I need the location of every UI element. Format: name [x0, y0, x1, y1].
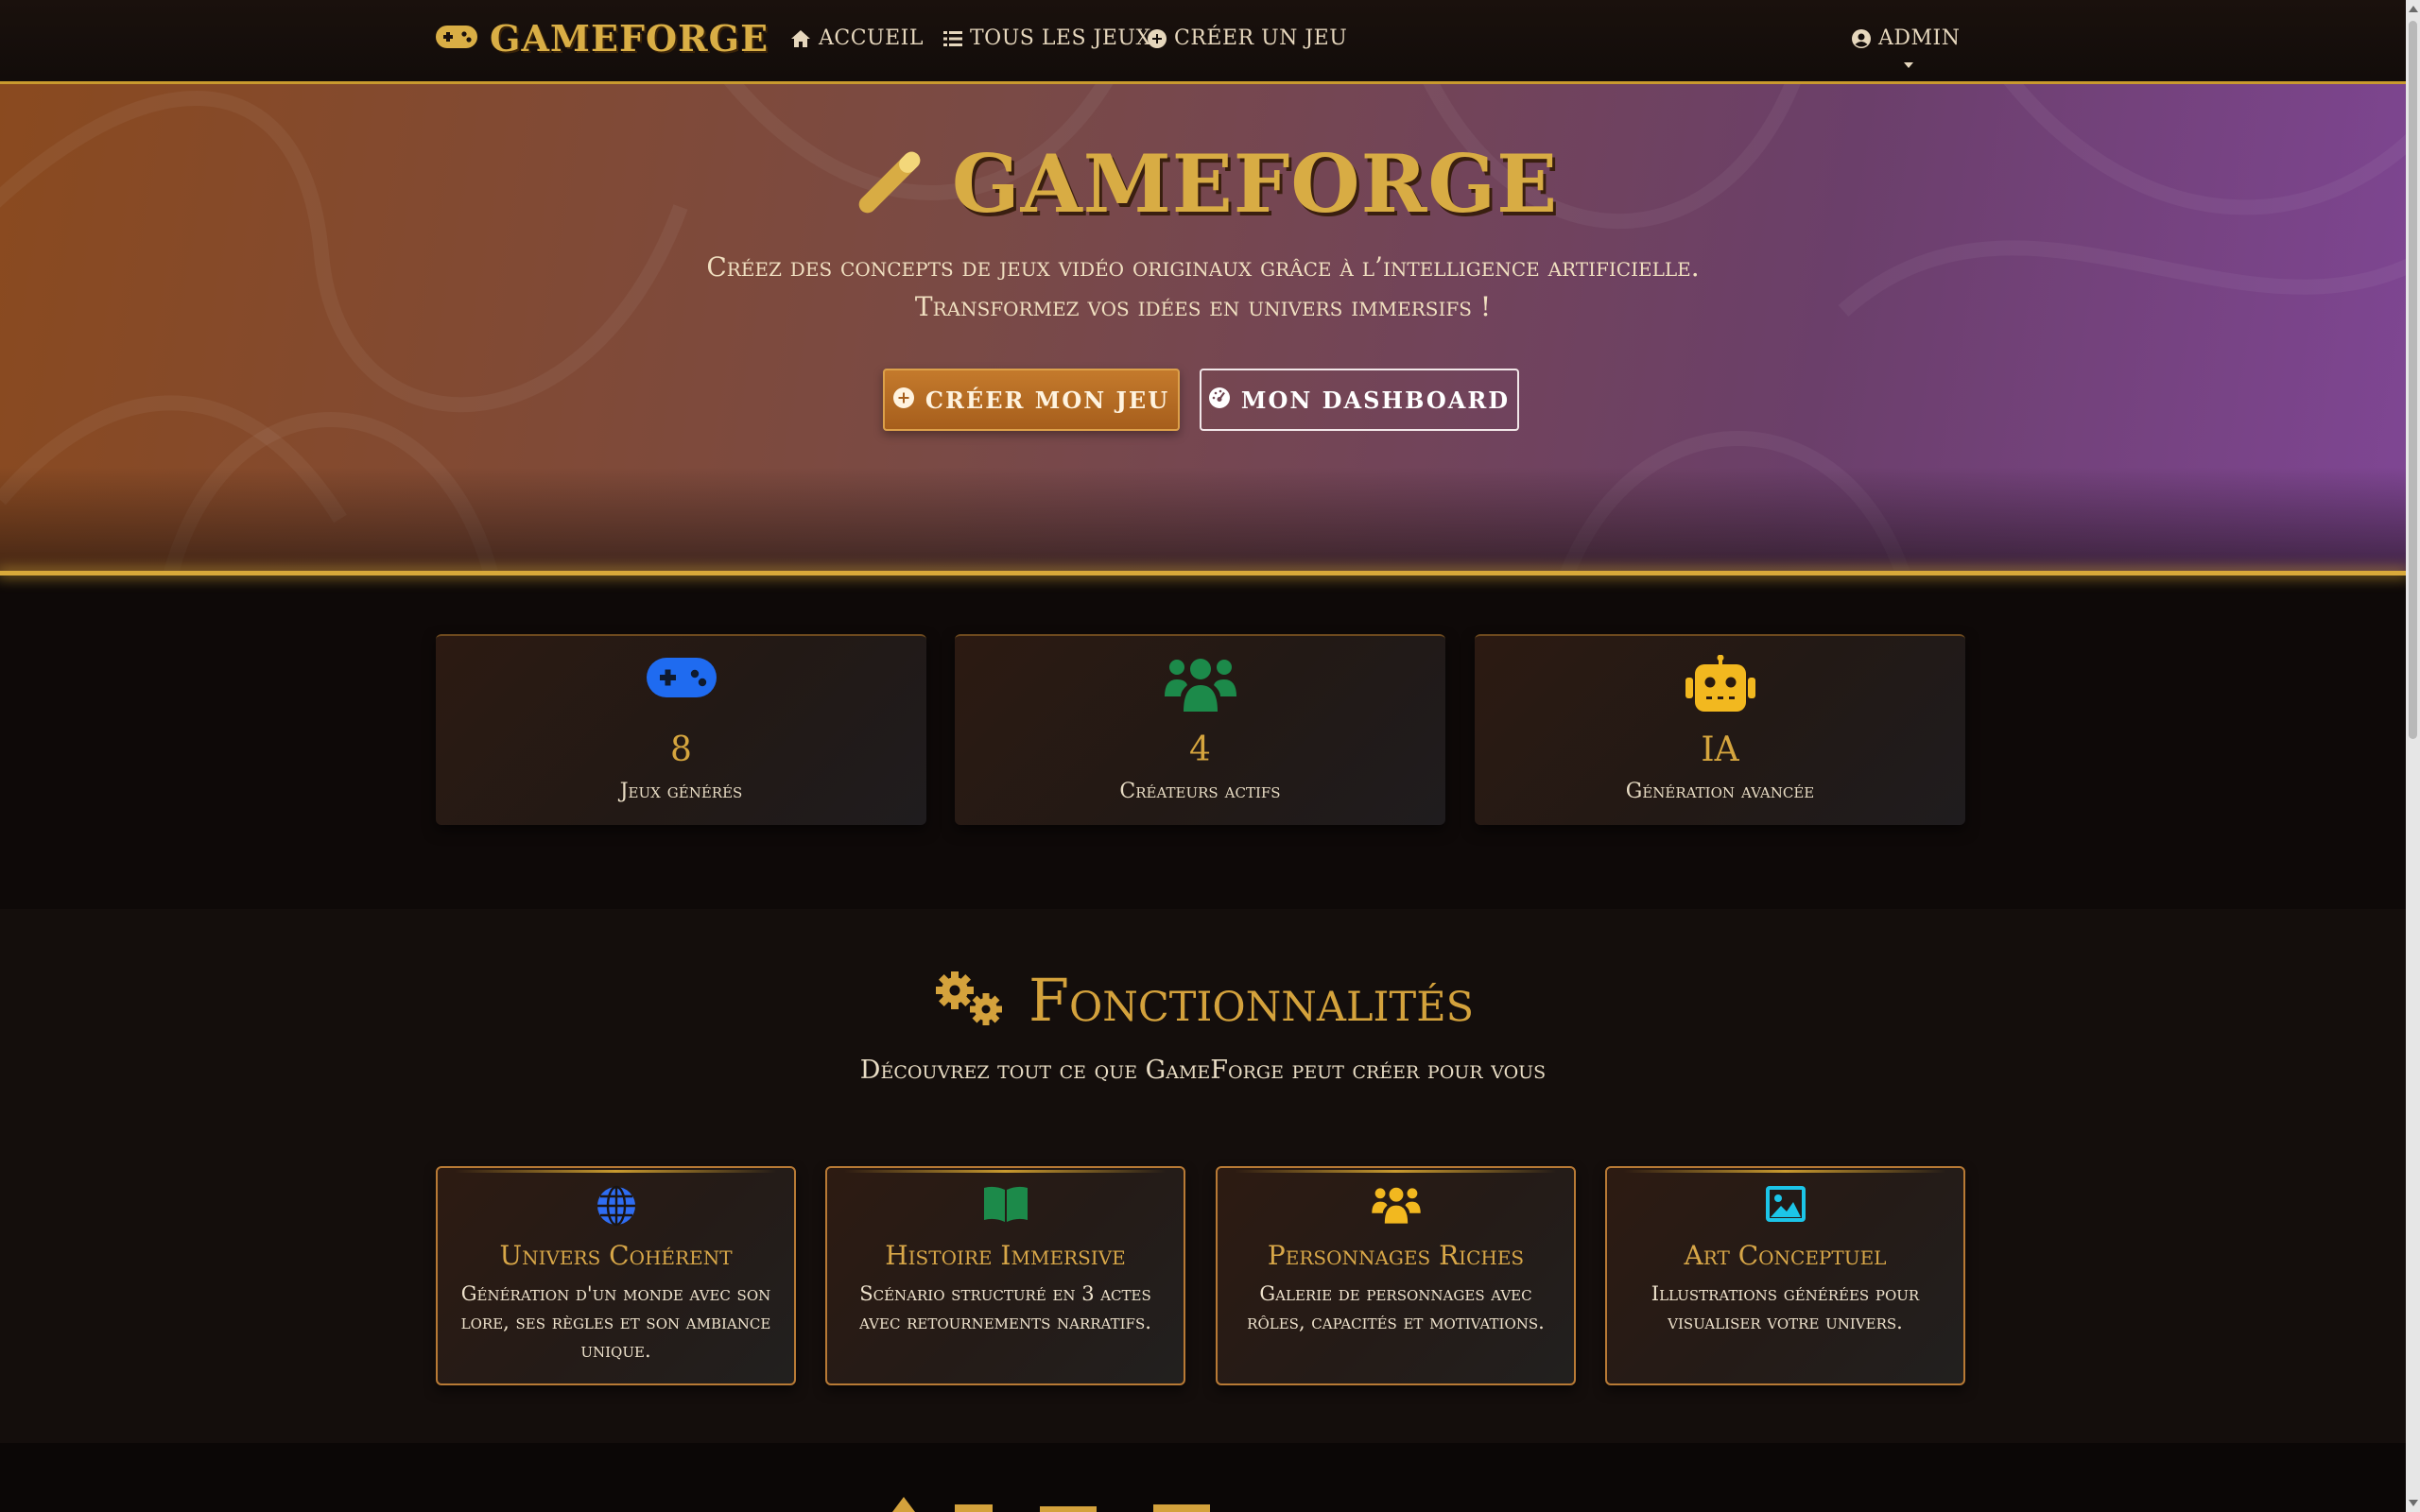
plus-circle-icon	[1148, 28, 1167, 48]
next-section-heading-peek	[892, 1497, 1210, 1512]
stat-ai-label: Génération avancée	[1625, 780, 1815, 803]
features-title-text: Fonctionnalités	[1028, 966, 1475, 1035]
feature-story-title: Histoire Immersive	[885, 1240, 1126, 1271]
nav-home[interactable]: ACCUEIL	[790, 26, 924, 50]
feature-card-art[interactable]: Art Conceptuel Illustrations générées po…	[1605, 1166, 1965, 1385]
gamepad-icon	[435, 23, 478, 55]
hero-section: GAMEFORGE Créez des concepts de jeux vid…	[0, 84, 2406, 571]
feature-characters-title: Personnages Riches	[1267, 1240, 1525, 1271]
feature-universe-description: Génération d'un monde avec son lore, ses…	[460, 1282, 771, 1362]
user-menu-toggle[interactable]: ADMIN	[1852, 26, 1961, 50]
brand-link[interactable]: GAMEFORGE	[435, 17, 769, 60]
hero-title: GAMEFORGE	[0, 137, 2406, 231]
hero-title-text: GAMEFORGE	[951, 137, 1559, 231]
stat-creators-label: Créateurs actifs	[1119, 780, 1281, 803]
scrollbar-thumb[interactable]	[2409, 21, 2417, 739]
stat-ai-value: IA	[1701, 730, 1739, 769]
nav-all-games[interactable]: TOUS LES JEUX	[943, 26, 1151, 50]
stat-games-label: Jeux générés	[619, 780, 743, 803]
stat-card-games: 8 Jeux générés	[436, 634, 926, 825]
features-subtitle: Découvrez tout ce que GameForge peut cré…	[859, 1056, 1547, 1085]
scroll-up-arrow-icon[interactable]	[2409, 6, 2418, 12]
caret-down-icon	[1903, 55, 1914, 73]
stat-games-value: 8	[670, 730, 692, 769]
nav-all-games-label: TOUS LES JEUX	[970, 26, 1151, 50]
list-icon	[943, 30, 962, 47]
features-title: Fonctionnalités	[0, 966, 2406, 1035]
book-icon	[827, 1185, 1184, 1223]
home-icon	[790, 29, 811, 48]
gauge-icon	[1208, 387, 1230, 414]
gears-icon	[932, 970, 1006, 1032]
nav-create-game[interactable]: CRÉER UN JEU	[1148, 26, 1347, 50]
feature-card-characters[interactable]: Personnages Riches Galerie de personnage…	[1216, 1166, 1576, 1385]
users-icon	[1218, 1185, 1574, 1225]
stat-creators-value: 4	[1189, 730, 1211, 769]
feature-universe-title: Univers Cohérent	[499, 1240, 733, 1271]
brand-name: GAMEFORGE	[490, 17, 769, 60]
dashboard-button[interactable]: MON DASHBOARD	[1200, 369, 1519, 431]
stat-card-creators: 4 Créateurs actifs	[955, 634, 1445, 825]
feature-card-universe[interactable]: Univers Cohérent Génération d'un monde a…	[436, 1166, 796, 1385]
create-game-button-label: CRÉER MON JEU	[925, 386, 1170, 414]
nav-create-game-label: CRÉER UN JEU	[1174, 26, 1348, 50]
user-menu-label: ADMIN	[1878, 26, 1961, 50]
dashboard-button-label: MON DASHBOARD	[1240, 386, 1511, 414]
plus-circle-icon	[892, 387, 914, 414]
users-icon	[955, 655, 1445, 713]
robot-icon	[1475, 655, 1965, 713]
magic-wand-icon	[848, 144, 931, 225]
page-scrollbar[interactable]	[2406, 0, 2420, 1512]
user-circle-icon	[1852, 28, 1871, 48]
create-game-button[interactable]: CRÉER MON JEU	[883, 369, 1180, 431]
feature-art-description: Illustrations générées pour visualiser v…	[1651, 1282, 1920, 1333]
navbar: GAMEFORGE ACCUEIL TOUS LES JEUX CRÉER UN…	[0, 0, 2406, 84]
globe-icon	[438, 1185, 794, 1227]
feature-story-description: Scénario structuré en 3 actes avec retou…	[859, 1282, 1151, 1333]
feature-art-title: Art Conceptuel	[1684, 1240, 1887, 1271]
scroll-down-arrow-icon[interactable]	[2409, 1500, 2418, 1506]
hero-divider	[0, 571, 2406, 576]
image-icon	[1607, 1185, 1963, 1223]
stat-card-ai: IA Génération avancée	[1475, 634, 1965, 825]
feature-card-story[interactable]: Histoire Immersive Scénario structuré en…	[825, 1166, 1185, 1385]
nav-home-label: ACCUEIL	[819, 26, 924, 50]
gamepad-icon	[436, 655, 926, 700]
feature-characters-description: Galerie de personnages avec rôles, capac…	[1247, 1282, 1545, 1333]
hero-subtitle: Créez des concepts de jeux vidéo origina…	[706, 251, 1700, 322]
